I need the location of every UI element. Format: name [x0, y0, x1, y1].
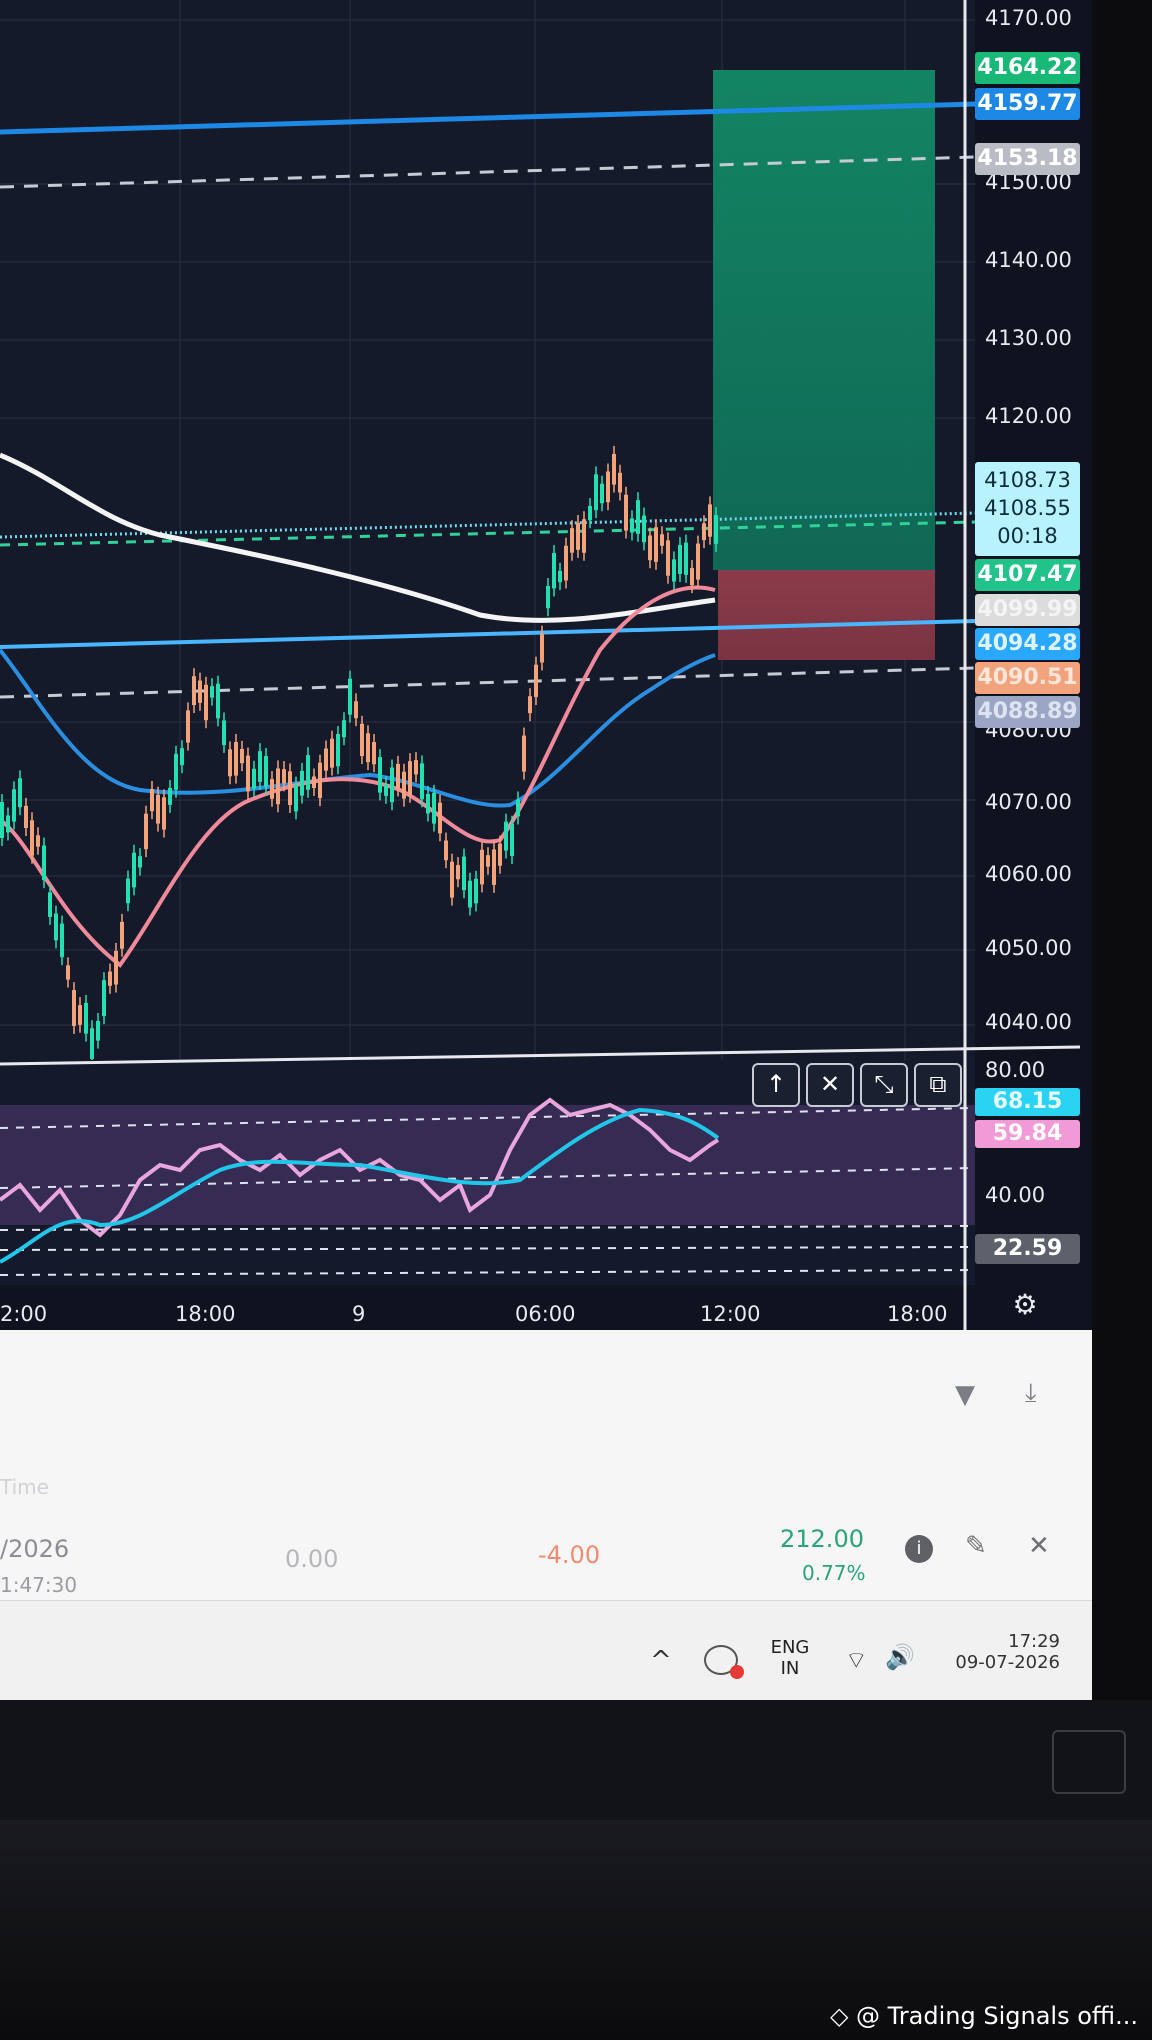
- clock[interactable]: 17:29 09-07-2026: [955, 1631, 1060, 1673]
- price-tick: 4050.00: [985, 936, 1072, 960]
- time-tick: 9: [352, 1302, 366, 1326]
- clock-time: 17:29: [1008, 1631, 1060, 1652]
- position-value-2: -4.00: [538, 1541, 601, 1569]
- time-tick: 18:00: [175, 1302, 236, 1326]
- current-price-label: 4108.73 4108.55 00:18: [975, 462, 1080, 556]
- screen-photo: 4170.00 4150.00 4140.00 4130.00 4120.00 …: [0, 0, 1152, 2040]
- time-tick: 06:00: [515, 1302, 576, 1326]
- language-indicator[interactable]: ENG IN: [770, 1637, 810, 1679]
- rsi-value-label: 68.15: [975, 1088, 1080, 1116]
- language-bottom: IN: [780, 1658, 800, 1679]
- wifi-icon[interactable]: ⌔: [845, 1645, 868, 1675]
- language-top: ENG: [770, 1637, 810, 1658]
- maximize-pane-button[interactable]: ⧉: [914, 1063, 962, 1107]
- time-tick: 2:00: [0, 1302, 48, 1326]
- rsi-tick: 40.00: [985, 1183, 1046, 1207]
- rsi-tick: 80.00: [985, 1058, 1046, 1082]
- filter-icon[interactable]: ▼: [955, 1380, 975, 1410]
- chevron-up-icon[interactable]: ^: [650, 1646, 672, 1676]
- rsi-low-label: 22.59: [975, 1234, 1080, 1264]
- position-profit-percent: 0.77%: [802, 1561, 866, 1585]
- scroll-up-button[interactable]: ↑: [752, 1063, 800, 1107]
- price-tick: 4120.00: [985, 404, 1072, 428]
- take-profit-zone[interactable]: [713, 70, 935, 570]
- current-price-a: 4108.73: [984, 468, 1071, 492]
- close-position-icon[interactable]: ✕: [1028, 1531, 1050, 1561]
- ma-blue-price-label: 4088.89: [975, 696, 1080, 728]
- position-profit: 212.00: [780, 1525, 864, 1553]
- price-tick: 4040.00: [985, 1010, 1072, 1034]
- collapse-pane-button[interactable]: ⤡: [860, 1063, 908, 1107]
- entry-price-label: 4107.47: [975, 559, 1080, 591]
- price-tick: 4170.00: [985, 6, 1072, 30]
- speaker-icon[interactable]: 🔊: [885, 1643, 915, 1671]
- column-header-time[interactable]: Time: [0, 1475, 49, 1499]
- binance-logo-icon: ◇: [829, 2002, 849, 2030]
- watermark: ◇ @ Trading Signals offi...: [830, 2002, 1138, 2030]
- settings-icon[interactable]: ⚙: [1005, 1285, 1045, 1325]
- edit-icon[interactable]: ✎: [965, 1531, 987, 1561]
- position-date: /2026: [0, 1535, 70, 1563]
- energy-star-logo: [1052, 1730, 1126, 1794]
- current-price-b: 4108.55: [984, 496, 1071, 520]
- position-value-1: 0.00: [285, 1545, 339, 1573]
- download-icon[interactable]: ⤓: [1025, 1378, 1037, 1409]
- rsi-ma-value-label: 59.84: [975, 1120, 1080, 1148]
- stop-loss-zone[interactable]: [718, 570, 935, 660]
- price-tick: 4060.00: [985, 862, 1072, 886]
- watermark-text: @ Trading Signals offi...: [856, 2002, 1138, 2030]
- position-time: 1:47:30: [0, 1573, 78, 1597]
- support-price-label: 4094.28: [975, 628, 1080, 660]
- price-tick: 4140.00: [985, 248, 1072, 272]
- dashed-high-price-label: 4153.18: [975, 143, 1080, 175]
- info-icon[interactable]: i: [905, 1535, 933, 1563]
- candle-countdown: 00:18: [997, 524, 1058, 548]
- time-tick: 18:00: [887, 1302, 948, 1326]
- price-tick: 4070.00: [985, 790, 1072, 814]
- time-tick: 12:00: [700, 1302, 761, 1326]
- cloud-sync-icon[interactable]: [704, 1645, 744, 1679]
- resistance-price-label: 4159.77: [975, 88, 1080, 120]
- ma-white-price-label: 4099.99: [975, 594, 1080, 626]
- take-profit-price-label: 4164.22: [975, 52, 1080, 84]
- close-pane-button[interactable]: ✕: [806, 1063, 854, 1107]
- error-badge: [730, 1665, 744, 1679]
- monitor-bezel-bottom: [0, 1700, 1152, 1820]
- taskbar: ^ ENG IN ⌔ 🔊 17:29 09-07-2026: [0, 1600, 1092, 1711]
- clock-date: 09-07-2026: [955, 1652, 1060, 1673]
- monitor-bezel-right: [1092, 0, 1152, 1720]
- dashed-low-price-label: 4090.51: [975, 662, 1080, 694]
- price-tick: 4130.00: [985, 326, 1072, 350]
- rsi-band: [0, 1105, 975, 1225]
